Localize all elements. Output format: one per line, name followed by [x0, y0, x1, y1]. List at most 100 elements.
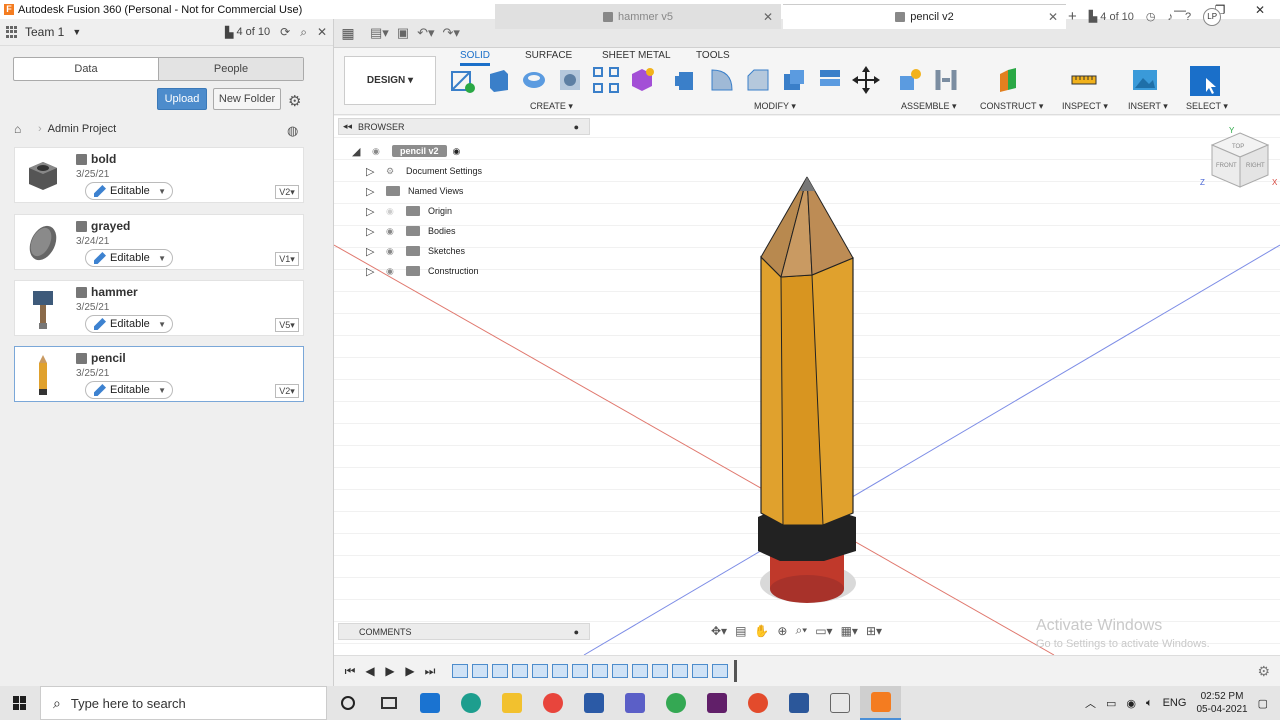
display-settings-icon[interactable]: ▭▾: [815, 624, 832, 638]
insert-menu[interactable]: INSERT ▾: [1128, 101, 1168, 112]
gear-icon[interactable]: ⚙: [1257, 663, 1270, 680]
cortana-icon[interactable]: [327, 686, 368, 720]
collapse-panel-icon[interactable]: ◂◂: [343, 121, 352, 132]
step-back-icon[interactable]: ◀: [360, 664, 380, 678]
eye-icon[interactable]: ◉: [386, 266, 398, 277]
undo-icon[interactable]: ↶▾: [417, 25, 434, 41]
timeline-feature[interactable]: [472, 664, 488, 678]
activate-radio-icon[interactable]: ◉: [453, 146, 461, 157]
version-badge[interactable]: V1 ▾: [275, 252, 299, 266]
timeline-feature[interactable]: [452, 664, 468, 678]
notifications-icon[interactable]: ▢: [1258, 697, 1268, 710]
home-icon[interactable]: ⌂: [14, 123, 26, 135]
select-menu[interactable]: SELECT ▾: [1186, 101, 1228, 112]
joint-icon[interactable]: [932, 66, 960, 94]
select-icon[interactable]: [1190, 66, 1220, 96]
eye-icon[interactable]: ◉: [386, 246, 398, 257]
file-card-pencil[interactable]: pencil 3/25/21 Editable ▼ V2 ▾: [14, 346, 304, 402]
timeline-feature[interactable]: [532, 664, 548, 678]
language-indicator[interactable]: ENG: [1163, 697, 1187, 709]
apps-grid-icon[interactable]: ▦: [334, 25, 362, 42]
pin-icon[interactable]: ●: [574, 627, 579, 637]
task-view-icon[interactable]: [368, 686, 409, 720]
file-explorer-icon[interactable]: [491, 686, 532, 720]
clock[interactable]: 02:52 PM 05-04-2021: [1196, 690, 1247, 716]
tab-surface[interactable]: SURFACE: [525, 50, 572, 61]
fusion-360-taskbar-icon[interactable]: [860, 686, 901, 720]
chamfer-icon[interactable]: [744, 66, 772, 94]
collapse-triangle-icon[interactable]: ◢: [352, 145, 362, 158]
slack-icon[interactable]: [696, 686, 737, 720]
browser-root[interactable]: ◢ ◉ pencil v2 ◉: [352, 142, 460, 160]
store-icon[interactable]: [573, 686, 614, 720]
browser-item-sketches[interactable]: ▷ ◉ Sketches: [366, 242, 465, 260]
network-icon[interactable]: ◉: [1126, 697, 1136, 710]
browser-item-origin[interactable]: ▷ ◉ Origin: [366, 202, 452, 220]
timeline-feature[interactable]: [672, 664, 688, 678]
edge-icon[interactable]: [450, 686, 491, 720]
file-menu-icon[interactable]: ▤▾: [370, 25, 389, 41]
assemble-menu[interactable]: ASSEMBLE ▾: [901, 101, 957, 112]
avatar[interactable]: LP: [1203, 7, 1222, 26]
tab-hammer-v5[interactable]: hammer v5 ✕: [495, 4, 781, 29]
jobs-counter[interactable]: ▙ 4 of 10: [1089, 10, 1134, 23]
pin-icon[interactable]: ●: [574, 122, 579, 132]
word-icon[interactable]: [778, 686, 819, 720]
new-folder-button[interactable]: New Folder: [213, 88, 281, 110]
viewcube-top-face[interactable]: TOP: [1232, 144, 1244, 150]
version-badge[interactable]: V5 ▾: [275, 318, 299, 332]
expand-triangle-icon[interactable]: ▷: [366, 205, 376, 218]
refresh-icon[interactable]: ⟳: [280, 25, 290, 39]
eye-icon[interactable]: ◉: [372, 146, 384, 157]
timeline-feature[interactable]: [492, 664, 508, 678]
comments-panel-header[interactable]: COMMENTS ●: [338, 623, 590, 640]
file-card-bold[interactable]: bold 3/25/21 Editable ▼ V2 ▾: [14, 147, 304, 203]
timeline-feature[interactable]: [652, 664, 668, 678]
combine-icon[interactable]: [816, 66, 844, 94]
media-player-icon[interactable]: [737, 686, 778, 720]
3d-viewport[interactable]: TOP FRONT RIGHT Y Z X ◂◂ BROWSER ● ◢ ◉ p…: [334, 115, 1280, 655]
timeline-feature[interactable]: [592, 664, 608, 678]
step-forward-icon[interactable]: ▶: [400, 664, 420, 678]
mail-icon[interactable]: [409, 686, 450, 720]
orbit-icon[interactable]: ✥▾: [711, 624, 727, 638]
search-icon[interactable]: ⌕: [300, 25, 307, 40]
close-window-button[interactable]: ✕: [1240, 0, 1280, 19]
redo-icon[interactable]: ↷▾: [443, 25, 460, 41]
help-icon[interactable]: ?: [1185, 11, 1191, 23]
browser-item-document-settings[interactable]: ▷ ⚙ Document Settings: [366, 162, 482, 180]
tab-pencil-v2[interactable]: pencil v2 ✕: [783, 4, 1066, 29]
eye-icon[interactable]: ◉: [386, 206, 398, 217]
viewcube-front-face[interactable]: FRONT: [1216, 163, 1237, 169]
editable-dropdown[interactable]: Editable ▼: [85, 249, 173, 267]
go-to-start-icon[interactable]: ⏮: [340, 664, 360, 679]
grid-settings-icon[interactable]: ▦▾: [841, 624, 858, 638]
hole-icon[interactable]: [556, 66, 584, 94]
measure-icon[interactable]: [1070, 66, 1098, 94]
timeline-feature[interactable]: [512, 664, 528, 678]
chevron-up-icon[interactable]: ︿: [1085, 695, 1096, 711]
timeline-marker[interactable]: [734, 660, 737, 682]
expand-triangle-icon[interactable]: ▷: [366, 265, 376, 278]
timeline-feature[interactable]: [692, 664, 708, 678]
new-component-icon[interactable]: [896, 66, 924, 94]
press-pull-icon[interactable]: [673, 66, 701, 94]
team-selector[interactable]: Team 1 ▼: [6, 25, 81, 39]
chrome-icon[interactable]: [655, 686, 696, 720]
tab-data[interactable]: Data: [14, 58, 158, 80]
upload-button[interactable]: Upload: [157, 88, 207, 110]
eye-icon[interactable]: ◉: [386, 226, 398, 237]
create-sketch-icon[interactable]: [448, 66, 476, 94]
tab-sheet-metal[interactable]: SHEET METAL: [602, 50, 671, 61]
tab-tools[interactable]: TOOLS: [696, 50, 730, 61]
revolve-icon[interactable]: [520, 66, 548, 94]
file-card-hammer[interactable]: hammer 3/25/21 Editable ▼ V5 ▾: [14, 280, 304, 336]
volume-icon[interactable]: 🔈︎: [1146, 697, 1153, 710]
tab-solid[interactable]: SOLID: [460, 50, 491, 66]
bell-icon[interactable]: ♪: [1168, 11, 1174, 23]
workspace-switcher[interactable]: DESIGN ▾: [344, 56, 436, 105]
viewcube-right-face[interactable]: RIGHT: [1246, 163, 1265, 169]
expand-triangle-icon[interactable]: ▷: [366, 185, 376, 198]
shell-icon[interactable]: [780, 66, 808, 94]
teams-icon[interactable]: [614, 686, 655, 720]
